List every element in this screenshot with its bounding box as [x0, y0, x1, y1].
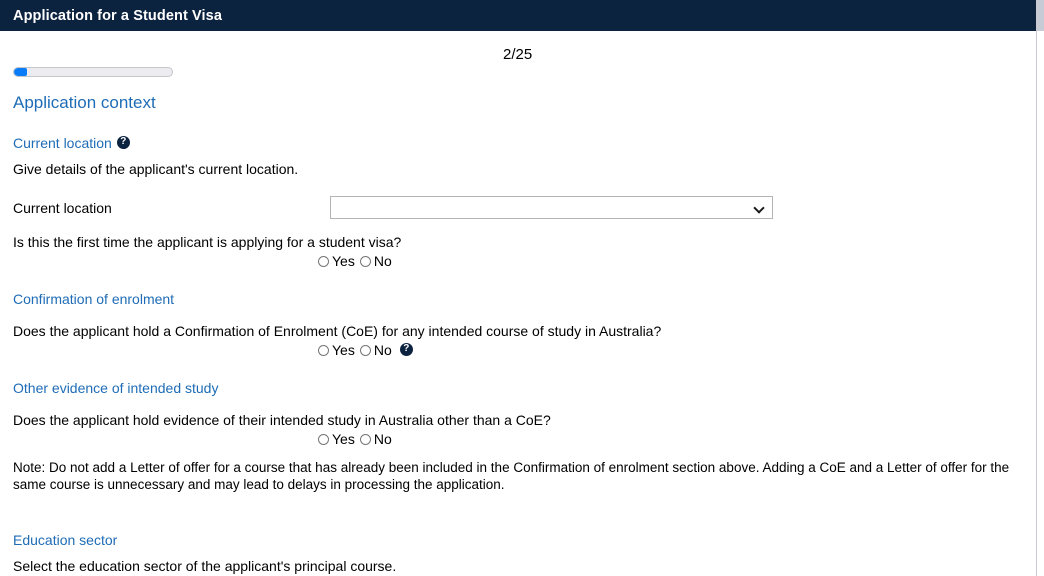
section-heading-current-location: Current location ? [13, 134, 1023, 152]
other-evidence-radio-yes[interactable]: Yes [318, 431, 355, 447]
section-heading-confirmation-of-enrolment: Confirmation of enrolment [13, 290, 1023, 308]
form-content: 2/25 Application context Current locatio… [0, 31, 1036, 576]
section-heading-confirmation-of-enrolment-label: Confirmation of enrolment [13, 291, 175, 307]
page-counter: 2/25 [503, 46, 533, 63]
radio-circle-icon[interactable] [318, 255, 329, 267]
section-heading-other-evidence-label: Other evidence of intended study [13, 380, 219, 396]
first-time-question: Is this the first time the applicant is … [13, 234, 402, 250]
radio-circle-icon[interactable] [359, 344, 371, 356]
radio-circle-icon[interactable] [318, 344, 329, 356]
section-heading-current-location-label: Current location [13, 135, 112, 151]
section-heading-other-evidence: Other evidence of intended study [13, 379, 1023, 397]
help-question-icon[interactable]: ? [399, 342, 413, 356]
page-right-gutter [1036, 0, 1044, 576]
progress-bar-fill [14, 68, 27, 76]
other-evidence-note: Note: Do not add a Letter of offer for a… [13, 460, 1010, 492]
progress-area: 2/25 [13, 31, 1023, 81]
section-heading-education-sector-label: Education sector [13, 532, 118, 548]
coe-radio-group: Yes No ? [13, 342, 1023, 358]
first-time-radio-yes-label: Yes [332, 253, 355, 269]
first-time-radio-yes[interactable]: Yes [318, 253, 355, 269]
education-sector-description: Select the education sector of the appli… [13, 558, 397, 574]
app-title: Application for a Student Visa [13, 7, 222, 24]
help-question-icon[interactable]: ? [116, 135, 130, 149]
current-location-field-label: Current location [13, 199, 112, 216]
radio-circle-icon[interactable] [359, 433, 371, 445]
first-time-radio-no[interactable]: No [359, 253, 392, 269]
other-evidence-radio-group: Yes No [13, 431, 1023, 447]
app-title-bar: Application for a Student Visa [0, 0, 1036, 31]
coe-radio-yes-label: Yes [332, 342, 355, 358]
current-location-field-row: Current location [13, 196, 1023, 219]
radio-circle-icon[interactable] [318, 433, 329, 445]
other-evidence-radio-no-label: No [373, 431, 392, 447]
progress-bar [13, 67, 173, 77]
coe-radio-yes[interactable]: Yes [318, 342, 355, 358]
current-location-description: Give details of the applicant's current … [13, 161, 299, 177]
other-evidence-radio-no[interactable]: No [359, 431, 392, 447]
page-title: Application context [13, 93, 156, 112]
page-right-gutter-cap [1037, 0, 1044, 31]
first-time-radio-no-label: No [373, 253, 392, 269]
other-evidence-radio-yes-label: Yes [332, 431, 355, 447]
coe-question: Does the applicant hold a Confirmation o… [13, 323, 662, 339]
chevron-down-icon [755, 203, 764, 212]
first-time-radio-group: Yes No [13, 253, 1023, 269]
radio-circle-icon[interactable] [359, 255, 371, 267]
coe-radio-no-label: No [373, 342, 392, 358]
current-location-select[interactable] [330, 196, 773, 219]
coe-radio-no[interactable]: No [359, 342, 392, 358]
other-evidence-question: Does the applicant hold evidence of thei… [13, 412, 551, 428]
section-heading-education-sector: Education sector [13, 531, 1023, 549]
